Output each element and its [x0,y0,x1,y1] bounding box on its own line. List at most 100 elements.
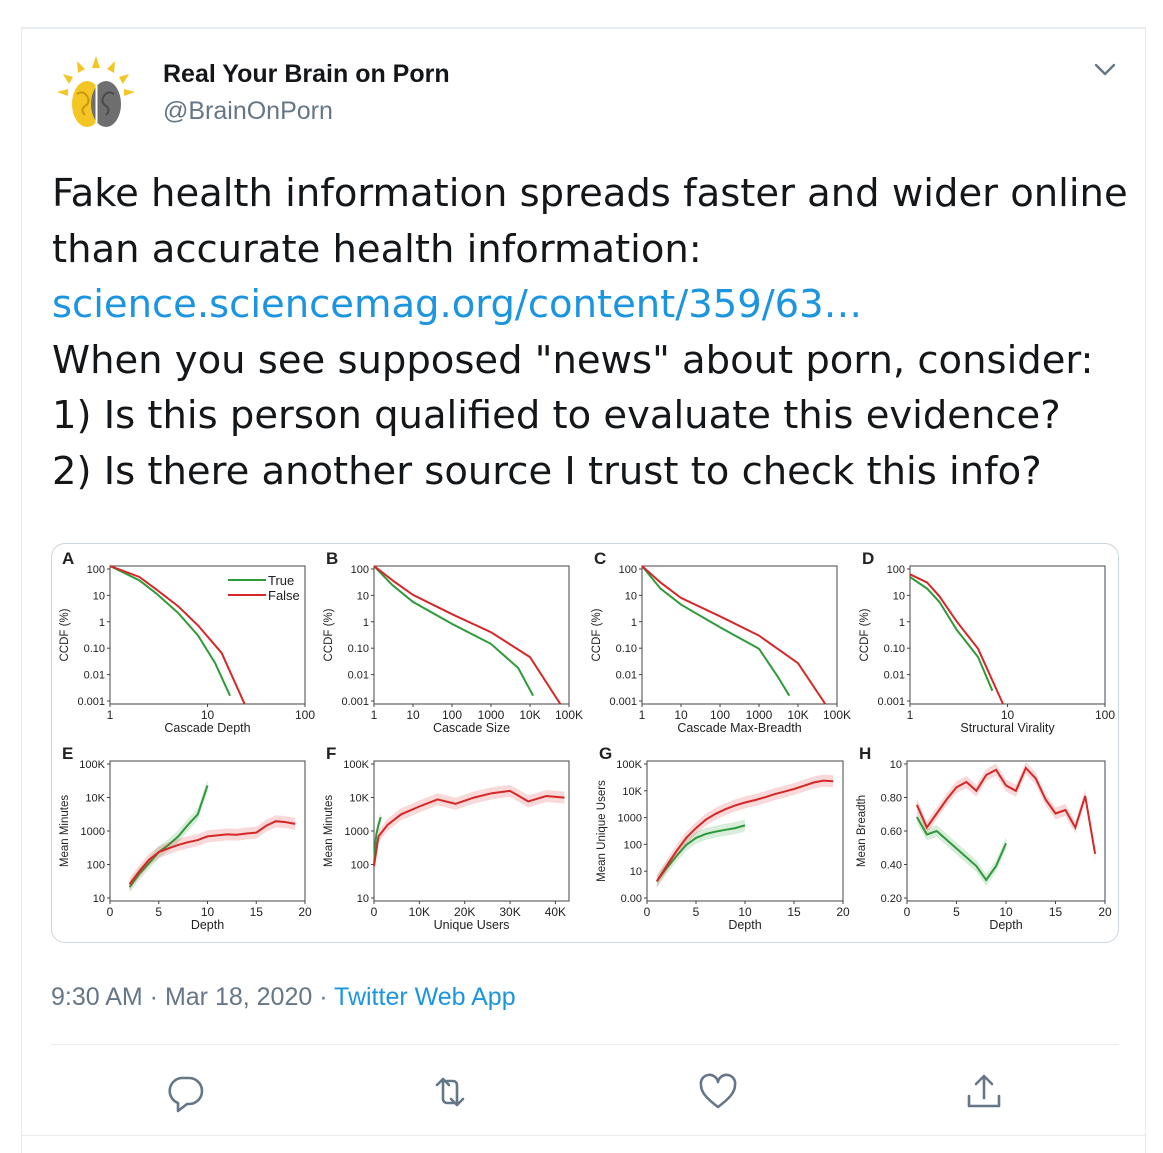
panel-letter: C [594,549,606,568]
share-icon[interactable] [962,1070,1006,1114]
x-tick-label: 10 [201,905,215,919]
y-tick-label: 0.001 [341,696,369,708]
x-tick-label: 5 [693,905,700,919]
y-tick-label: 0.001 [609,696,637,708]
y-tick-label: 100K [616,759,642,771]
tweet-line: When you see supposed "news" about porn,… [52,337,1094,383]
y-tick-label: 10K [85,793,105,805]
x-tick-label: 10K [409,905,430,919]
y-tick-label: 0.20 [881,893,902,905]
source-app-link[interactable]: Twitter Web App [334,983,516,1011]
y-tick-label: 0.10 [348,643,369,655]
y-tick-label: 1 [899,617,905,629]
x-tick-label: 20K [454,905,475,919]
plot-frame [373,760,570,902]
y-axis-label: CCDF (%) [859,608,871,661]
y-tick-label: 10 [357,590,369,602]
y-tick-label: 0.80 [881,793,902,805]
y-tick-label: 0.10 [616,643,637,655]
x-tick-label: 100 [442,708,462,722]
x-axis-label: Cascade Size [433,721,510,735]
y-tick-label: 0.001 [77,696,105,708]
legend-label: False [268,588,300,603]
y-tick-label: 1000 [618,813,642,825]
series-line-true [373,565,534,697]
plot-frame [641,565,838,705]
panel-letter: F [326,744,336,763]
x-axis-label: Depth [191,918,224,932]
y-axis-label: CCDF (%) [591,608,603,661]
x-tick-label: 1 [371,708,378,722]
y-axis-label: CCDF (%) [59,608,71,661]
y-tick-label: 10 [890,759,902,771]
confidence-band [129,815,296,891]
x-tick-label: 100K [555,708,583,722]
x-tick-label: 10K [519,708,540,722]
y-tick-label: 10 [625,590,637,602]
x-axis-label: Depth [989,918,1022,932]
y-tick-label: 0.60 [881,826,902,838]
y-tick-label: 1000 [345,826,369,838]
y-tick-label: 0.00 [621,893,642,905]
y-tick-label: 10 [893,590,905,602]
y-axis-label: Mean Breadth [856,795,868,867]
y-tick-label: 100 [87,564,105,576]
heart-icon[interactable] [696,1070,740,1114]
x-tick-label: 10 [406,708,420,722]
x-tick-label: 1000 [746,708,773,722]
y-axis-label: Mean Unique Users [596,780,608,882]
figure-panels: A1001010.100.010.0011 10 100Cascade DepthC… [59,549,1115,932]
x-tick-label: 100 [1095,708,1115,722]
x-axis-label: Unique Users [434,918,510,932]
divider [51,1044,1119,1045]
x-tick-label: 20 [298,905,312,919]
tweet-image[interactable]: A 100 10 1 0.10 0.01 0.001 1 10 100 Cascade Depth C… [51,543,1119,943]
x-axis-label: Structural Virality [960,721,1055,735]
y-tick-label: 10 [357,893,369,905]
x-tick-label: 100 [295,708,315,722]
retweet-icon[interactable] [428,1070,472,1114]
y-tick-label: 0.01 [348,670,369,682]
y-tick-label: 1000 [81,826,105,838]
x-tick-label: 5 [155,905,162,919]
x-tick-label: 10 [1001,708,1015,722]
x-tick-label: 0 [644,905,651,919]
x-tick-label: 20 [836,905,850,919]
y-tick-label: 0.001 [877,696,905,708]
y-tick-label: 0.01 [616,670,637,682]
y-tick-label: 1 [363,617,369,629]
x-tick-label: 10 [999,905,1013,919]
y-tick-label: 100K [343,759,369,771]
tweet-date[interactable]: Mar 18, 2020 [165,983,312,1011]
x-tick-label: 10 [201,708,215,722]
chevron-down-icon[interactable] [1090,58,1120,82]
y-tick-label: 10 [93,590,105,602]
x-tick-label: 15 [1049,905,1063,919]
panel-letter: B [326,549,338,568]
x-tick-label: 100 [710,708,730,722]
avatar[interactable] [51,52,141,142]
x-tick-label: 15 [250,905,264,919]
x-tick-label: 1 [907,708,914,722]
meta-separator: · [312,983,335,1011]
tweet-meta: 9:30 AM · Mar 18, 2020 · Twitter Web App [51,983,516,1012]
display-name[interactable]: Real Your Brain on Porn [163,60,450,89]
confidence-band [374,784,565,872]
panel-letter: A [62,549,74,568]
x-tick-label: 1 [107,708,114,722]
reply-icon[interactable] [163,1070,207,1114]
y-tick-label: 100 [624,839,642,851]
tweet-text: Fake health information spreads faster a… [52,166,1132,499]
x-tick-label: 0 [107,905,114,919]
tweet-link[interactable]: science.sciencemag.org/content/359/63… [52,277,1132,333]
x-tick-label: 5 [953,905,960,919]
series-line-true [909,576,994,692]
tweet-time[interactable]: 9:30 AM [51,983,143,1011]
user-handle[interactable]: @BrainOnPorn [163,97,333,126]
y-axis-label: CCDF (%) [323,608,335,661]
y-tick-label: 0.10 [884,643,905,655]
y-tick-label: 1 [631,617,637,629]
legend-label: True [268,573,294,588]
y-tick-label: 0.01 [84,670,105,682]
x-axis-label: Cascade Depth [164,721,250,735]
